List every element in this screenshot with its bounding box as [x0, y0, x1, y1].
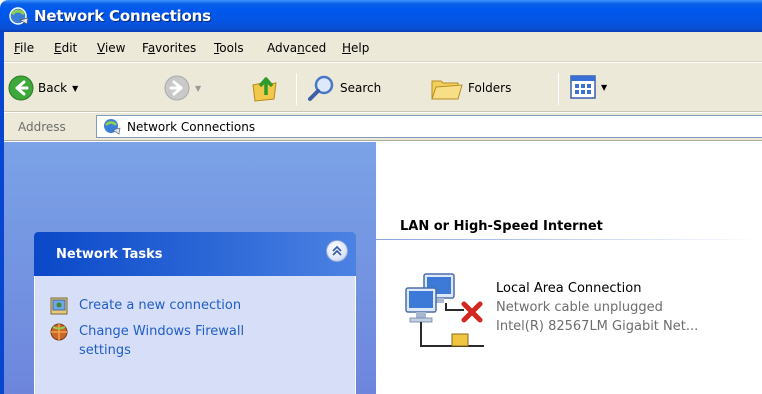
views-dropdown-icon[interactable]: ▼	[601, 83, 607, 92]
folders-label: Folders	[468, 81, 512, 95]
forward-arrow-icon	[164, 75, 190, 101]
create-new-connection-link[interactable]: Create a new connection	[49, 296, 241, 316]
search-label: Search	[340, 81, 382, 95]
back-arrow-icon	[8, 75, 34, 101]
toolbar-separator	[296, 73, 297, 105]
back-label: Back	[38, 81, 68, 95]
firewall-icon	[50, 323, 68, 341]
collapse-button[interactable]	[326, 240, 348, 262]
network-tasks-body: Create a new connection Change Windows F…	[34, 276, 356, 394]
network-connections-icon	[104, 119, 121, 135]
toolbar-separator	[558, 73, 559, 105]
change-firewall-settings-link[interactable]: Change Windows Firewall settings	[49, 322, 244, 360]
chevron-up-double-icon	[332, 245, 342, 256]
menu-help[interactable]: Help	[342, 41, 369, 55]
folder-up-icon	[252, 77, 277, 102]
forward-dropdown-icon[interactable]: ▼	[195, 84, 201, 93]
new-connection-icon	[50, 297, 68, 315]
content-area: LAN or High-Speed Internet	[376, 142, 762, 394]
menu-advanced[interactable]: Advanced	[267, 41, 326, 55]
toolbar: Back ▼ ▼ Search Folders ▼	[4, 62, 762, 112]
change-firewall-settings-line2: settings	[79, 343, 131, 358]
menu-tools[interactable]: Tools	[214, 41, 244, 55]
search-icon	[308, 75, 334, 101]
network-tasks-header[interactable]: Network Tasks	[34, 232, 356, 276]
views-button[interactable]: ▼	[570, 75, 607, 99]
change-firewall-settings-text: Change Windows Firewall settings	[79, 322, 244, 360]
views-icon	[570, 75, 596, 99]
connection-status: Network cable unplugged	[496, 300, 663, 315]
menu-file[interactable]: File	[14, 41, 34, 55]
forward-button[interactable]: ▼	[164, 75, 201, 101]
address-field[interactable]: Network Connections	[96, 115, 762, 138]
connection-name: Local Area Connection	[496, 281, 642, 296]
search-button[interactable]: Search	[306, 73, 381, 103]
back-button[interactable]: Back ▼	[8, 75, 78, 101]
address-value: Network Connections	[127, 120, 256, 134]
change-firewall-settings-line1: Change Windows Firewall	[79, 324, 245, 339]
menu-bar: File Edit View Favorites Tools Advanced …	[4, 32, 762, 62]
menu-view[interactable]: View	[97, 41, 125, 55]
back-dropdown-icon[interactable]: ▼	[72, 84, 78, 93]
connection-device: Intel(R) 82567LM Gigabit Net...	[496, 319, 699, 334]
address-label: Address	[18, 120, 66, 134]
menu-edit[interactable]: Edit	[54, 41, 77, 55]
menu-favorites[interactable]: Favorites	[142, 41, 196, 55]
network-tasks-title: Network Tasks	[56, 247, 163, 262]
create-new-connection-text: Create a new connection	[79, 298, 242, 313]
local-area-connection-icon[interactable]	[402, 270, 488, 356]
address-bar: Address Network Connections	[4, 113, 762, 141]
group-header-underline	[376, 239, 762, 240]
network-connections-icon	[9, 7, 29, 25]
title-bar[interactable]: Network Connections	[0, 0, 762, 32]
folders-icon	[431, 80, 463, 100]
folders-button[interactable]: Folders	[430, 73, 511, 103]
lan-group-header: LAN or High-Speed Internet	[400, 219, 603, 234]
window-title: Network Connections	[34, 7, 211, 25]
up-button[interactable]	[250, 73, 280, 103]
